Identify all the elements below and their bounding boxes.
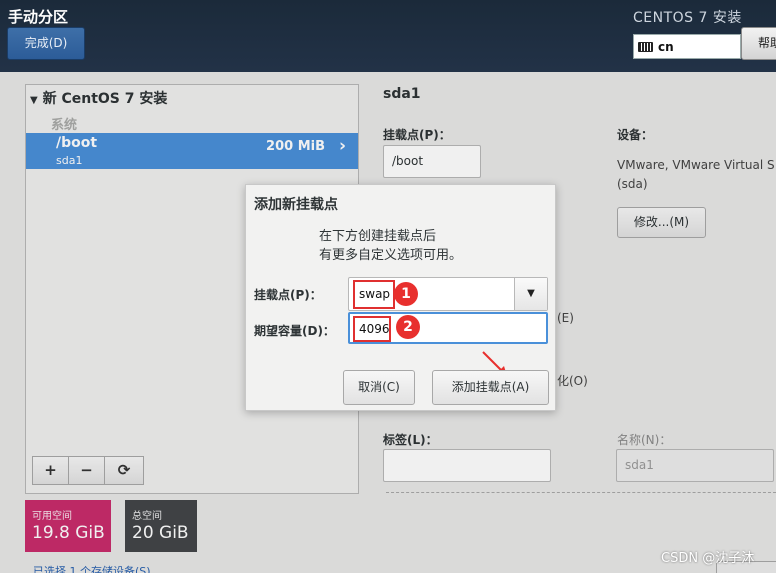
desired-capacity-field[interactable]: 4096 (348, 312, 548, 344)
cancel-button[interactable]: 取消(C) (343, 370, 415, 405)
header-bar: 手动分区 完成(D) CENTOS 7 安装 cn 帮助 (0, 0, 776, 72)
add-mount-point-dialog: 添加新挂载点 在下方创建挂载点后 有更多自定义选项可用。 挂载点(P)： swa… (245, 184, 556, 411)
keyboard-icon (638, 41, 653, 52)
spoke-title: 手动分区 (8, 8, 69, 26)
done-button[interactable]: 完成(D) (7, 27, 85, 60)
dialog-description-line-1: 在下方创建挂载点后 (319, 229, 437, 244)
watermark: CSDN @沈子沐 (661, 551, 755, 566)
keyboard-layout-indicator[interactable]: cn (633, 34, 741, 59)
dialog-title: 添加新挂载点 (254, 197, 338, 213)
help-button[interactable]: 帮助 (741, 27, 776, 60)
dialog-capacity-label: 期望容量(D)： (254, 324, 335, 338)
dropdown-arrow-icon[interactable]: ▼ (514, 278, 547, 310)
add-mount-point-button[interactable]: 添加挂载点(A) (432, 370, 549, 405)
mount-point-combo[interactable]: swap ▼ (348, 277, 548, 311)
mount-point-value[interactable]: swap (353, 280, 395, 309)
annotation-badge-2: 2 (396, 315, 420, 339)
annotation-badge-1: 1 (394, 282, 418, 306)
keyboard-layout-text: cn (658, 39, 674, 54)
dialog-description-line-2: 有更多自定义选项可用。 (319, 248, 463, 263)
desired-capacity-value[interactable]: 4096 (353, 316, 391, 342)
dialog-description: 在下方创建挂载点后 有更多自定义选项可用。 (319, 227, 462, 265)
dialog-mount-label: 挂载点(P)： (254, 288, 322, 302)
product-title: CENTOS 7 安装 (633, 10, 742, 26)
